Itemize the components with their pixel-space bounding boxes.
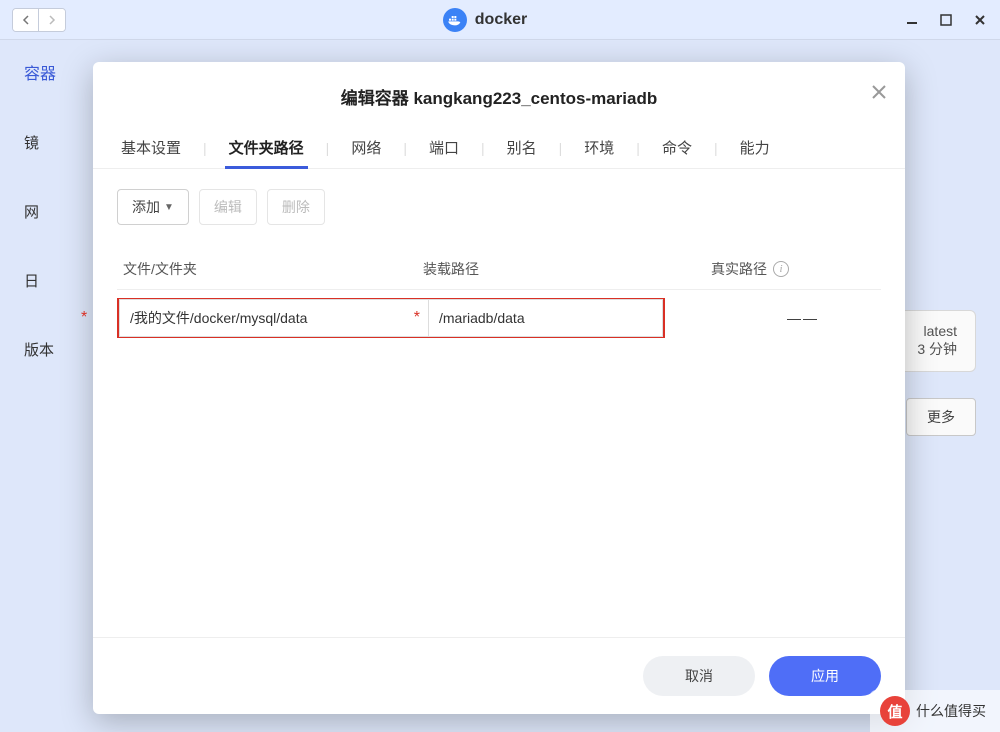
tab-divider: | (326, 140, 330, 156)
app-title: docker (475, 11, 527, 29)
add-button[interactable]: 添加 ▼ (117, 189, 189, 225)
edit-container-modal: 编辑容器 kangkang223_centos-mariadb 基本设置 | 文… (93, 62, 905, 714)
col-real-label: 真实路径 (711, 259, 767, 279)
tab-basic[interactable]: 基本设置 (117, 127, 185, 168)
nav-back-button[interactable] (13, 9, 39, 31)
tab-port[interactable]: 端口 (425, 127, 463, 168)
toolbar: 添加 ▼ 编辑 删除 (117, 189, 881, 225)
watermark: 值 什么值得买 (870, 690, 1000, 732)
mount-path-cell[interactable]: /mariadb/data (429, 299, 663, 337)
window-controls (904, 12, 988, 28)
tab-capability[interactable]: 能力 (736, 127, 774, 168)
nav-forward-button[interactable] (39, 9, 65, 31)
apply-button[interactable]: 应用 (769, 656, 881, 696)
highlighted-row: /我的文件/docker/mysql/data * /mariadb/data (117, 298, 665, 338)
tab-divider: | (714, 140, 718, 156)
modal-body: 添加 ▼ 编辑 删除 文件/文件夹 装载路径 真实路径 i * /我的文件/do… (93, 169, 905, 637)
modal-title: 编辑容器 kangkang223_centos-mariadb (117, 84, 881, 109)
tab-alias[interactable]: 别名 (503, 127, 541, 168)
cancel-button[interactable]: 取消 (643, 656, 755, 696)
watermark-icon: 值 (880, 696, 910, 726)
close-window-button[interactable] (972, 12, 988, 28)
delete-button[interactable]: 删除 (267, 189, 325, 225)
required-marker: * (414, 309, 420, 327)
modal-footer: 取消 应用 (93, 637, 905, 714)
tab-divider: | (636, 140, 640, 156)
table-row[interactable]: * /我的文件/docker/mysql/data * /mariadb/dat… (117, 290, 881, 346)
tab-folder-path[interactable]: 文件夹路径 (225, 127, 308, 168)
info-icon[interactable]: i (773, 261, 789, 277)
file-path-cell[interactable]: /我的文件/docker/mysql/data * (119, 299, 429, 337)
file-path-value: /我的文件/docker/mysql/data (130, 308, 307, 328)
tab-divider: | (403, 140, 407, 156)
maximize-button[interactable] (938, 12, 954, 28)
tab-network[interactable]: 网络 (347, 127, 385, 168)
mount-path-value: /mariadb/data (439, 310, 525, 326)
tab-command[interactable]: 命令 (658, 127, 696, 168)
docker-icon (443, 8, 467, 32)
col-real: 真实路径 i (683, 259, 875, 279)
edit-button[interactable]: 编辑 (199, 189, 257, 225)
title-center: docker (66, 8, 904, 32)
add-label: 添加 (132, 197, 160, 217)
col-file: 文件/文件夹 (123, 259, 423, 279)
chevron-down-icon: ▼ (164, 202, 174, 213)
tab-divider: | (559, 140, 563, 156)
close-icon[interactable] (871, 84, 887, 105)
nav-buttons (12, 8, 66, 32)
col-mount: 装载路径 (423, 259, 683, 279)
minimize-button[interactable] (904, 12, 920, 28)
titlebar: docker (0, 0, 1000, 40)
tab-divider: | (481, 140, 485, 156)
tab-divider: | (203, 140, 207, 156)
tab-environment[interactable]: 环境 (580, 127, 618, 168)
table-header: 文件/文件夹 装载路径 真实路径 i (117, 249, 881, 290)
modal-header: 编辑容器 kangkang223_centos-mariadb (93, 62, 905, 127)
watermark-text: 什么值得买 (916, 701, 986, 721)
tabs: 基本设置 | 文件夹路径 | 网络 | 端口 | 别名 | 环境 | 命令 | … (93, 127, 905, 169)
